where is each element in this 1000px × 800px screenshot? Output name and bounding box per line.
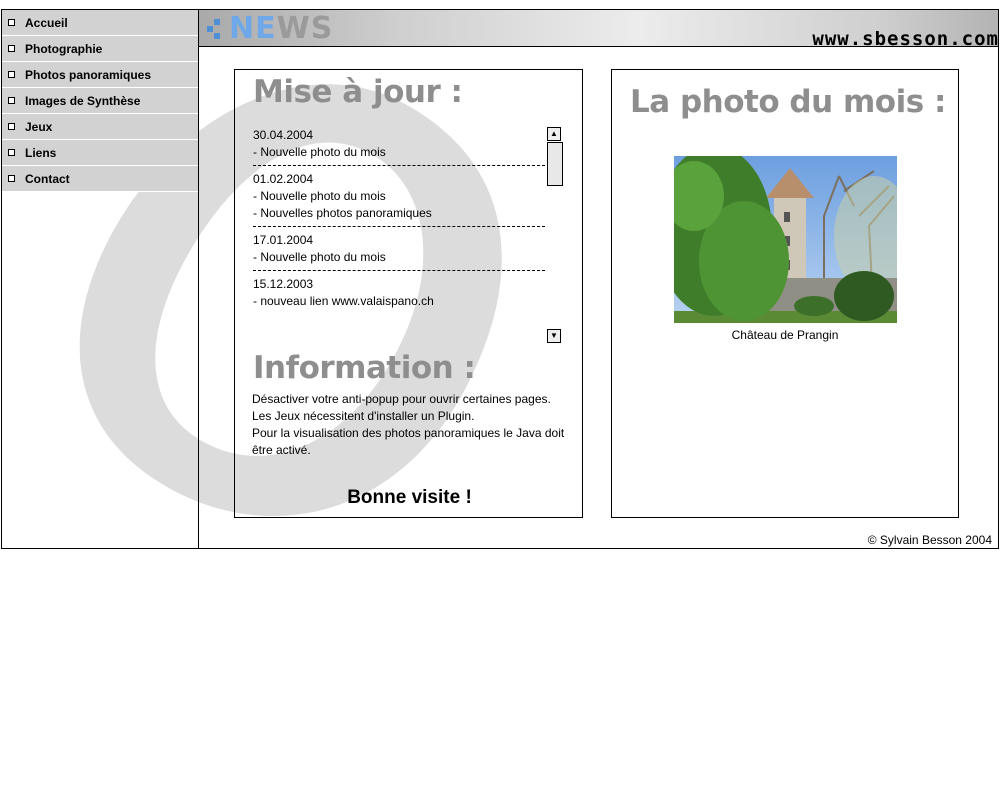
photo-of-month-title: La photo du mois : — [630, 84, 946, 120]
square-bullet-icon — [8, 71, 15, 78]
square-bullet-icon — [8, 149, 15, 156]
updates-list[interactable]: 30.04.2004 - Nouvelle photo du mois 01.0… — [253, 127, 563, 345]
list-item: 15.12.2003 - nouveau lien www.valaispano… — [253, 276, 545, 310]
site-url: www.sbesson.com — [812, 28, 999, 50]
update-line: - Nouvelles photos panoramiques — [253, 206, 432, 220]
updates-scrollbar[interactable]: ▲ ▼ — [547, 127, 563, 345]
sidebar-item-accueil[interactable]: Accueil — [2, 10, 198, 36]
update-date: 15.12.2003 — [253, 277, 314, 291]
update-line: - Nouvelle photo du mois — [253, 250, 386, 264]
list-item: 01.02.2004 - Nouvelle photo du mois - No… — [253, 171, 545, 222]
update-date: 17.01.2004 — [253, 233, 314, 247]
sidebar-item-label: Accueil — [25, 15, 68, 30]
sidebar-item-jeux[interactable]: Jeux — [2, 114, 198, 140]
scroll-up-arrow-icon[interactable]: ▲ — [547, 127, 561, 141]
sidebar-item-label: Images de Synthèse — [25, 93, 141, 108]
photo-caption: Château de Prangin — [731, 328, 839, 342]
scroll-down-arrow-icon[interactable]: ▼ — [547, 329, 561, 343]
sidebar-nav: Accueil Photographie Photos panoramiques… — [2, 10, 199, 548]
list-item: 30.04.2004 - Nouvelle photo du mois — [253, 127, 545, 161]
dashed-divider — [253, 165, 545, 166]
updates-title: Mise à jour : — [253, 74, 463, 110]
photo-of-month-panel: La photo du mois : Château de Prangin — [611, 69, 959, 518]
square-bullet-icon — [8, 19, 15, 26]
photo-of-month-image[interactable] — [674, 156, 897, 323]
logo-squares-icon — [207, 19, 221, 39]
greeting-text: Bonne visite ! — [347, 487, 472, 508]
scroll-thumb[interactable] — [547, 142, 563, 186]
update-date: 30.04.2004 — [253, 128, 314, 142]
sidebar-item-label: Jeux — [25, 119, 53, 134]
information-title: Information : — [253, 350, 476, 386]
sidebar-item-photos-panoramiques[interactable]: Photos panoramiques — [2, 62, 198, 88]
list-item: 17.01.2004 - Nouvelle photo du mois — [253, 232, 545, 266]
square-bullet-icon — [8, 175, 15, 182]
square-bullet-icon — [8, 123, 15, 130]
info-line: Les Jeux nécessitent d'installer un Plug… — [252, 409, 475, 423]
sidebar-item-photographie[interactable]: Photographie — [2, 36, 198, 62]
header-banner: NEWS www.sbesson.com — [199, 10, 999, 50]
sidebar-item-liens[interactable]: Liens — [2, 140, 198, 166]
sidebar-item-label: Photos panoramiques — [25, 67, 152, 82]
square-bullet-icon — [8, 45, 15, 52]
news-logo: NEWS — [229, 11, 334, 46]
sidebar-item-label: Photographie — [25, 41, 103, 56]
update-line: - Nouvelle photo du mois — [253, 145, 386, 159]
sidebar-item-images-de-synthese[interactable]: Images de Synthèse — [2, 88, 198, 114]
footer-copyright: © Sylvain Besson 2004 — [867, 533, 992, 547]
update-line: - nouveau lien www.valaispano.ch — [253, 294, 434, 308]
page-frame: Accueil Photographie Photos panoramiques… — [1, 9, 999, 549]
square-bullet-icon — [8, 97, 15, 104]
update-line: - Nouvelle photo du mois — [253, 189, 386, 203]
sidebar-item-label: Liens — [25, 145, 57, 160]
info-line: Désactiver votre anti-popup pour ouvrir … — [252, 392, 551, 406]
updates-panel: Mise à jour : 30.04.2004 - Nouvelle phot… — [234, 69, 583, 518]
info-line: Pour la visualisation des photos panoram… — [252, 426, 565, 457]
dashed-divider — [253, 226, 545, 227]
information-text: Désactiver votre anti-popup pour ouvrir … — [252, 391, 572, 459]
sidebar-item-contact[interactable]: Contact — [2, 166, 198, 192]
dashed-divider — [253, 270, 545, 271]
update-date: 01.02.2004 — [253, 172, 314, 186]
sidebar-item-label: Contact — [25, 171, 70, 186]
